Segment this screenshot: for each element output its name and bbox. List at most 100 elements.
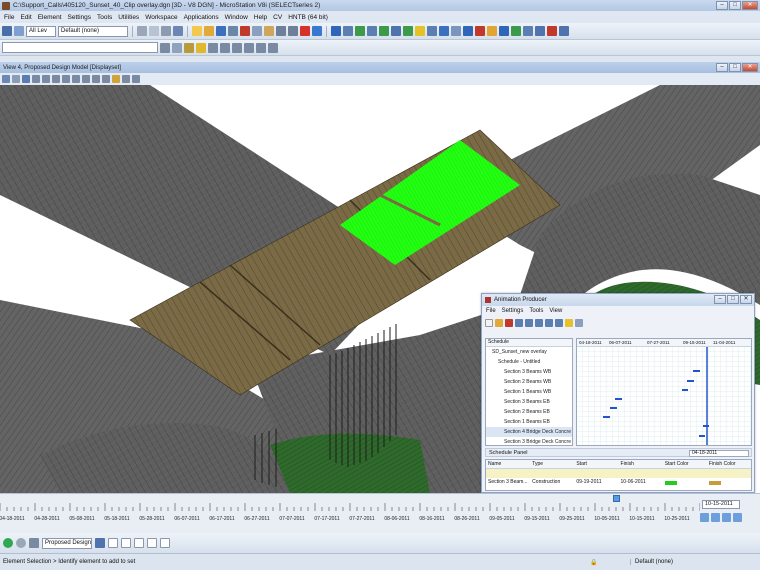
level-display-icon[interactable]: [14, 26, 24, 36]
redo-icon[interactable]: [288, 26, 298, 36]
tree-item[interactable]: Section 2 Beams EB: [486, 407, 572, 417]
dialog-minimize-button[interactable]: –: [714, 295, 726, 304]
tool-20-icon[interactable]: [559, 26, 569, 36]
view-4-button[interactable]: [147, 538, 157, 548]
menu-window[interactable]: Window: [225, 14, 248, 21]
tool-3-icon[interactable]: [355, 26, 365, 36]
tree-item-selected[interactable]: Section 4 Bridge Deck Concre: [486, 427, 572, 437]
tool-11-icon[interactable]: [451, 26, 461, 36]
pan-view-icon[interactable]: [82, 75, 90, 83]
start-color-swatch[interactable]: [663, 478, 707, 487]
lock-status-icon[interactable]: 🔒: [590, 559, 630, 566]
tool-9-icon[interactable]: [427, 26, 437, 36]
schedule-tool-7-icon[interactable]: [575, 318, 583, 327]
schedule-tool-4-icon[interactable]: [545, 318, 553, 327]
menu-utilities[interactable]: Utilities: [118, 14, 139, 21]
menu-help[interactable]: Help: [254, 14, 267, 21]
line-weight-icon[interactable]: [161, 26, 171, 36]
close-button[interactable]: ✕: [742, 1, 758, 10]
new-schedule-icon[interactable]: [485, 318, 493, 327]
view-next-icon[interactable]: [102, 75, 110, 83]
view-5-button[interactable]: [160, 538, 170, 548]
tool-8-icon[interactable]: [415, 26, 425, 36]
maximize-button[interactable]: □: [729, 1, 741, 10]
view-attributes-icon[interactable]: [2, 75, 10, 83]
measure-icon[interactable]: [184, 42, 194, 53]
camera-icon[interactable]: [122, 75, 130, 83]
new-file-icon[interactable]: [192, 26, 202, 36]
schedule-panel-date-field[interactable]: 04-18-2011: [689, 450, 749, 457]
menu-cv[interactable]: CV: [273, 14, 282, 21]
view-group-icon[interactable]: [95, 538, 105, 548]
tool-16-icon[interactable]: [511, 26, 521, 36]
tree-item[interactable]: Section 1 Beams WB: [486, 387, 572, 397]
play-forward-icon[interactable]: [722, 513, 731, 522]
view-close-button[interactable]: ✕: [742, 63, 758, 72]
column-start[interactable]: Start: [574, 460, 618, 468]
stop-icon[interactable]: [300, 26, 310, 36]
column-finish-color[interactable]: Finish Color: [707, 460, 751, 468]
menu-tools[interactable]: Tools: [97, 14, 112, 21]
transparency-icon[interactable]: [173, 26, 183, 36]
view-3-button[interactable]: [134, 538, 144, 548]
update-view-icon[interactable]: [22, 75, 30, 83]
anim-menu-settings[interactable]: Settings: [502, 308, 524, 314]
table-row[interactable]: Section 3 Beam... Construction 09-19-201…: [486, 478, 751, 487]
command-input[interactable]: [2, 42, 158, 53]
tool-13-icon[interactable]: [475, 26, 485, 36]
view-2-button[interactable]: [121, 538, 131, 548]
undo-icon[interactable]: [276, 26, 286, 36]
tool-6-icon[interactable]: [391, 26, 401, 36]
tree-item[interactable]: Section 3 Beams WB: [486, 367, 572, 377]
dialog-close-button[interactable]: ✕: [740, 295, 752, 304]
menu-edit[interactable]: Edit: [20, 14, 31, 21]
line-icon[interactable]: [208, 42, 218, 53]
schedule-tool-2-icon[interactable]: [525, 318, 533, 327]
fence-icon[interactable]: [172, 42, 182, 53]
move-icon[interactable]: [268, 42, 278, 53]
arc-icon[interactable]: [232, 42, 242, 53]
rotate-view-icon[interactable]: [72, 75, 80, 83]
tree-item[interactable]: Section 3 Beams EB: [486, 397, 572, 407]
tool-14-icon[interactable]: [487, 26, 497, 36]
anim-menu-file[interactable]: File: [486, 308, 496, 314]
schedule-tool-6-icon[interactable]: [565, 318, 573, 327]
timeline-current-date-field[interactable]: 10-15-2011: [702, 500, 740, 509]
clip-volume-icon[interactable]: [112, 75, 120, 83]
print-icon[interactable]: [228, 26, 238, 36]
locks-icon[interactable]: [29, 538, 39, 548]
menu-applications[interactable]: Applications: [184, 14, 219, 21]
finish-color-swatch[interactable]: [707, 478, 751, 487]
schedule-tool-1-icon[interactable]: [515, 318, 523, 327]
view-previous-icon[interactable]: [92, 75, 100, 83]
menu-hntb[interactable]: HNTB (64 bit): [288, 14, 328, 21]
tool-19-icon[interactable]: [547, 26, 557, 36]
tree-item[interactable]: Section 2 Beams WB: [486, 377, 572, 387]
display-style-icon[interactable]: [12, 75, 20, 83]
accudraw-icon[interactable]: [3, 538, 13, 548]
menu-file[interactable]: File: [4, 14, 14, 21]
column-name[interactable]: Name: [486, 460, 530, 468]
cut-icon[interactable]: [240, 26, 250, 36]
view-minimize-button[interactable]: –: [716, 63, 728, 72]
menu-element[interactable]: Element: [38, 14, 62, 21]
active-level-status[interactable]: Default (none): [630, 559, 760, 565]
tree-item[interactable]: Schedule - Untitled: [486, 357, 572, 367]
color-icon[interactable]: [137, 26, 147, 36]
delete-icon[interactable]: [256, 42, 266, 53]
record-icon[interactable]: [733, 513, 742, 522]
tool-10-icon[interactable]: [439, 26, 449, 36]
tree-item[interactable]: Section 3 Bridge Deck Concre: [486, 437, 572, 445]
dialog-restore-button[interactable]: □: [727, 295, 739, 304]
curve-icon[interactable]: [244, 42, 254, 53]
select-icon[interactable]: [160, 42, 170, 53]
window-area-icon[interactable]: [52, 75, 60, 83]
view-1-button[interactable]: [108, 538, 118, 548]
model-select[interactable]: Proposed Design M: [42, 537, 92, 549]
schedule-panel-header[interactable]: Schedule Panel 04-18-2011: [485, 448, 752, 457]
style-select[interactable]: Default (none): [58, 25, 128, 37]
tool-2-icon[interactable]: [343, 26, 353, 36]
active-level-icon[interactable]: [2, 26, 12, 36]
view-rotation-icon[interactable]: [132, 75, 140, 83]
delete-schedule-icon[interactable]: [505, 318, 513, 327]
